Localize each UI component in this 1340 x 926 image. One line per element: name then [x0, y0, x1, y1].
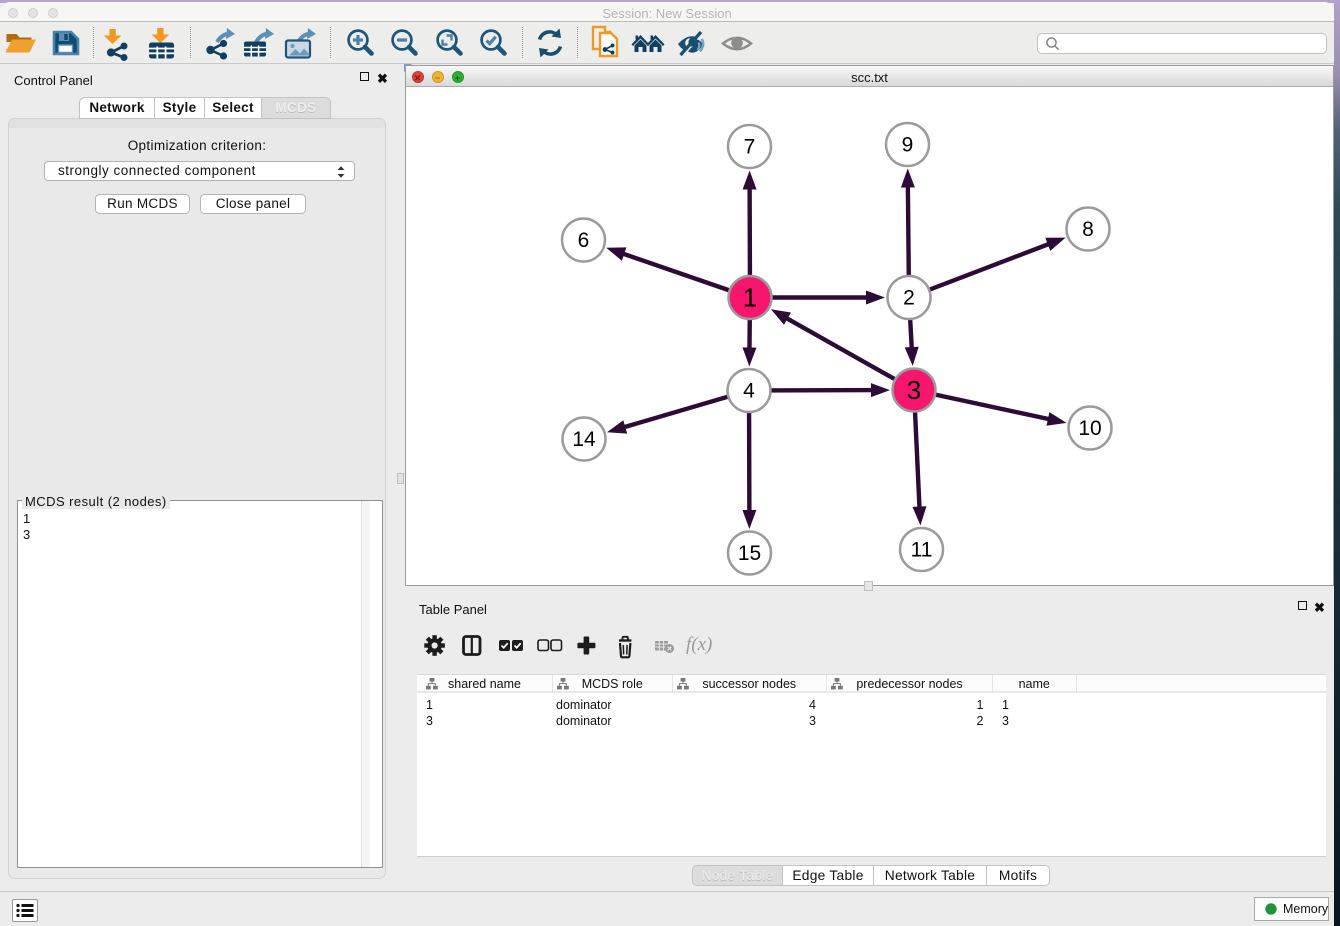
- svg-text:3: 3: [907, 375, 921, 405]
- svg-text:4: 4: [743, 379, 755, 402]
- svg-text:10: 10: [1078, 417, 1101, 440]
- svg-text:8: 8: [1082, 218, 1094, 241]
- svg-text:6: 6: [578, 229, 590, 252]
- svg-text:7: 7: [744, 135, 756, 158]
- svg-text:9: 9: [902, 133, 914, 156]
- svg-text:14: 14: [572, 428, 596, 451]
- svg-text:1: 1: [743, 282, 757, 312]
- svg-text:11: 11: [911, 538, 933, 561]
- svg-text:2: 2: [903, 286, 915, 309]
- svg-text:15: 15: [738, 542, 761, 565]
